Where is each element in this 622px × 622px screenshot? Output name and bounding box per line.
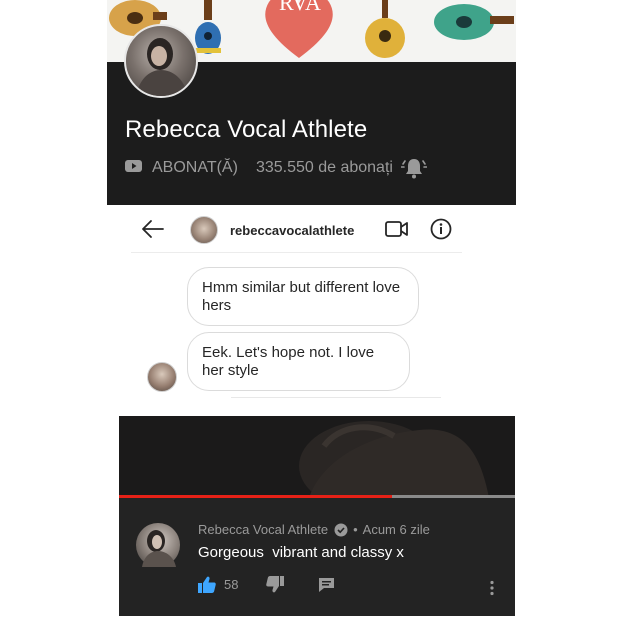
like-count: 58	[224, 577, 239, 592]
video-frame	[119, 416, 515, 498]
verified-check-icon	[334, 523, 348, 537]
thumbs-up-icon[interactable]	[198, 576, 216, 593]
divider	[231, 397, 441, 398]
ukulele-illustration	[365, 0, 405, 58]
channel-name: Rebecca Vocal Athlete	[125, 116, 368, 143]
commenter-avatar[interactable]	[136, 523, 180, 567]
message-bubble[interactable]: Hmm similar but different love hers	[187, 267, 419, 326]
comment-actions: 58	[198, 576, 335, 593]
dm-username[interactable]: rebeccavocalathlete	[230, 223, 354, 238]
dm-avatar[interactable]	[190, 216, 218, 244]
banner-text: RVA	[279, 0, 321, 15]
comment-author[interactable]: Rebecca Vocal Athlete	[198, 522, 328, 537]
subscriber-count: 335.550 de abonați	[255, 159, 393, 176]
comment-time: Acum 6 zile	[362, 522, 430, 537]
ukulele-illustration	[195, 0, 221, 54]
youtube-logo-icon	[125, 159, 142, 177]
info-icon[interactable]	[430, 218, 452, 245]
comment-text: Gorgeous vibrant and classy x	[198, 544, 404, 561]
thumbs-down-icon[interactable]	[266, 576, 285, 593]
channel-avatar[interactable]	[124, 24, 198, 98]
subscribed-button[interactable]: ABONAT(Ă)	[152, 159, 238, 177]
comment-meta: Rebecca Vocal Athlete • Acum 6 zile	[198, 522, 430, 537]
back-arrow-icon[interactable]	[141, 218, 165, 245]
message-bubble[interactable]: Eek. Let's hope not. I love her style	[187, 332, 410, 391]
more-options-icon[interactable]	[489, 580, 495, 601]
subscription-row[interactable]: ABONAT(Ă) 335.550 de abonați	[125, 156, 393, 180]
notification-bell-icon[interactable]	[400, 155, 428, 186]
meta-separator: •	[353, 522, 358, 537]
avatar-portrait	[136, 38, 188, 96]
video-player[interactable]	[119, 416, 515, 498]
heart-logo: RVA	[265, 0, 333, 58]
video-call-icon[interactable]	[385, 219, 409, 244]
ukulele-illustration	[434, 4, 514, 40]
sender-avatar[interactable]	[147, 362, 177, 392]
reply-icon[interactable]	[318, 577, 335, 593]
